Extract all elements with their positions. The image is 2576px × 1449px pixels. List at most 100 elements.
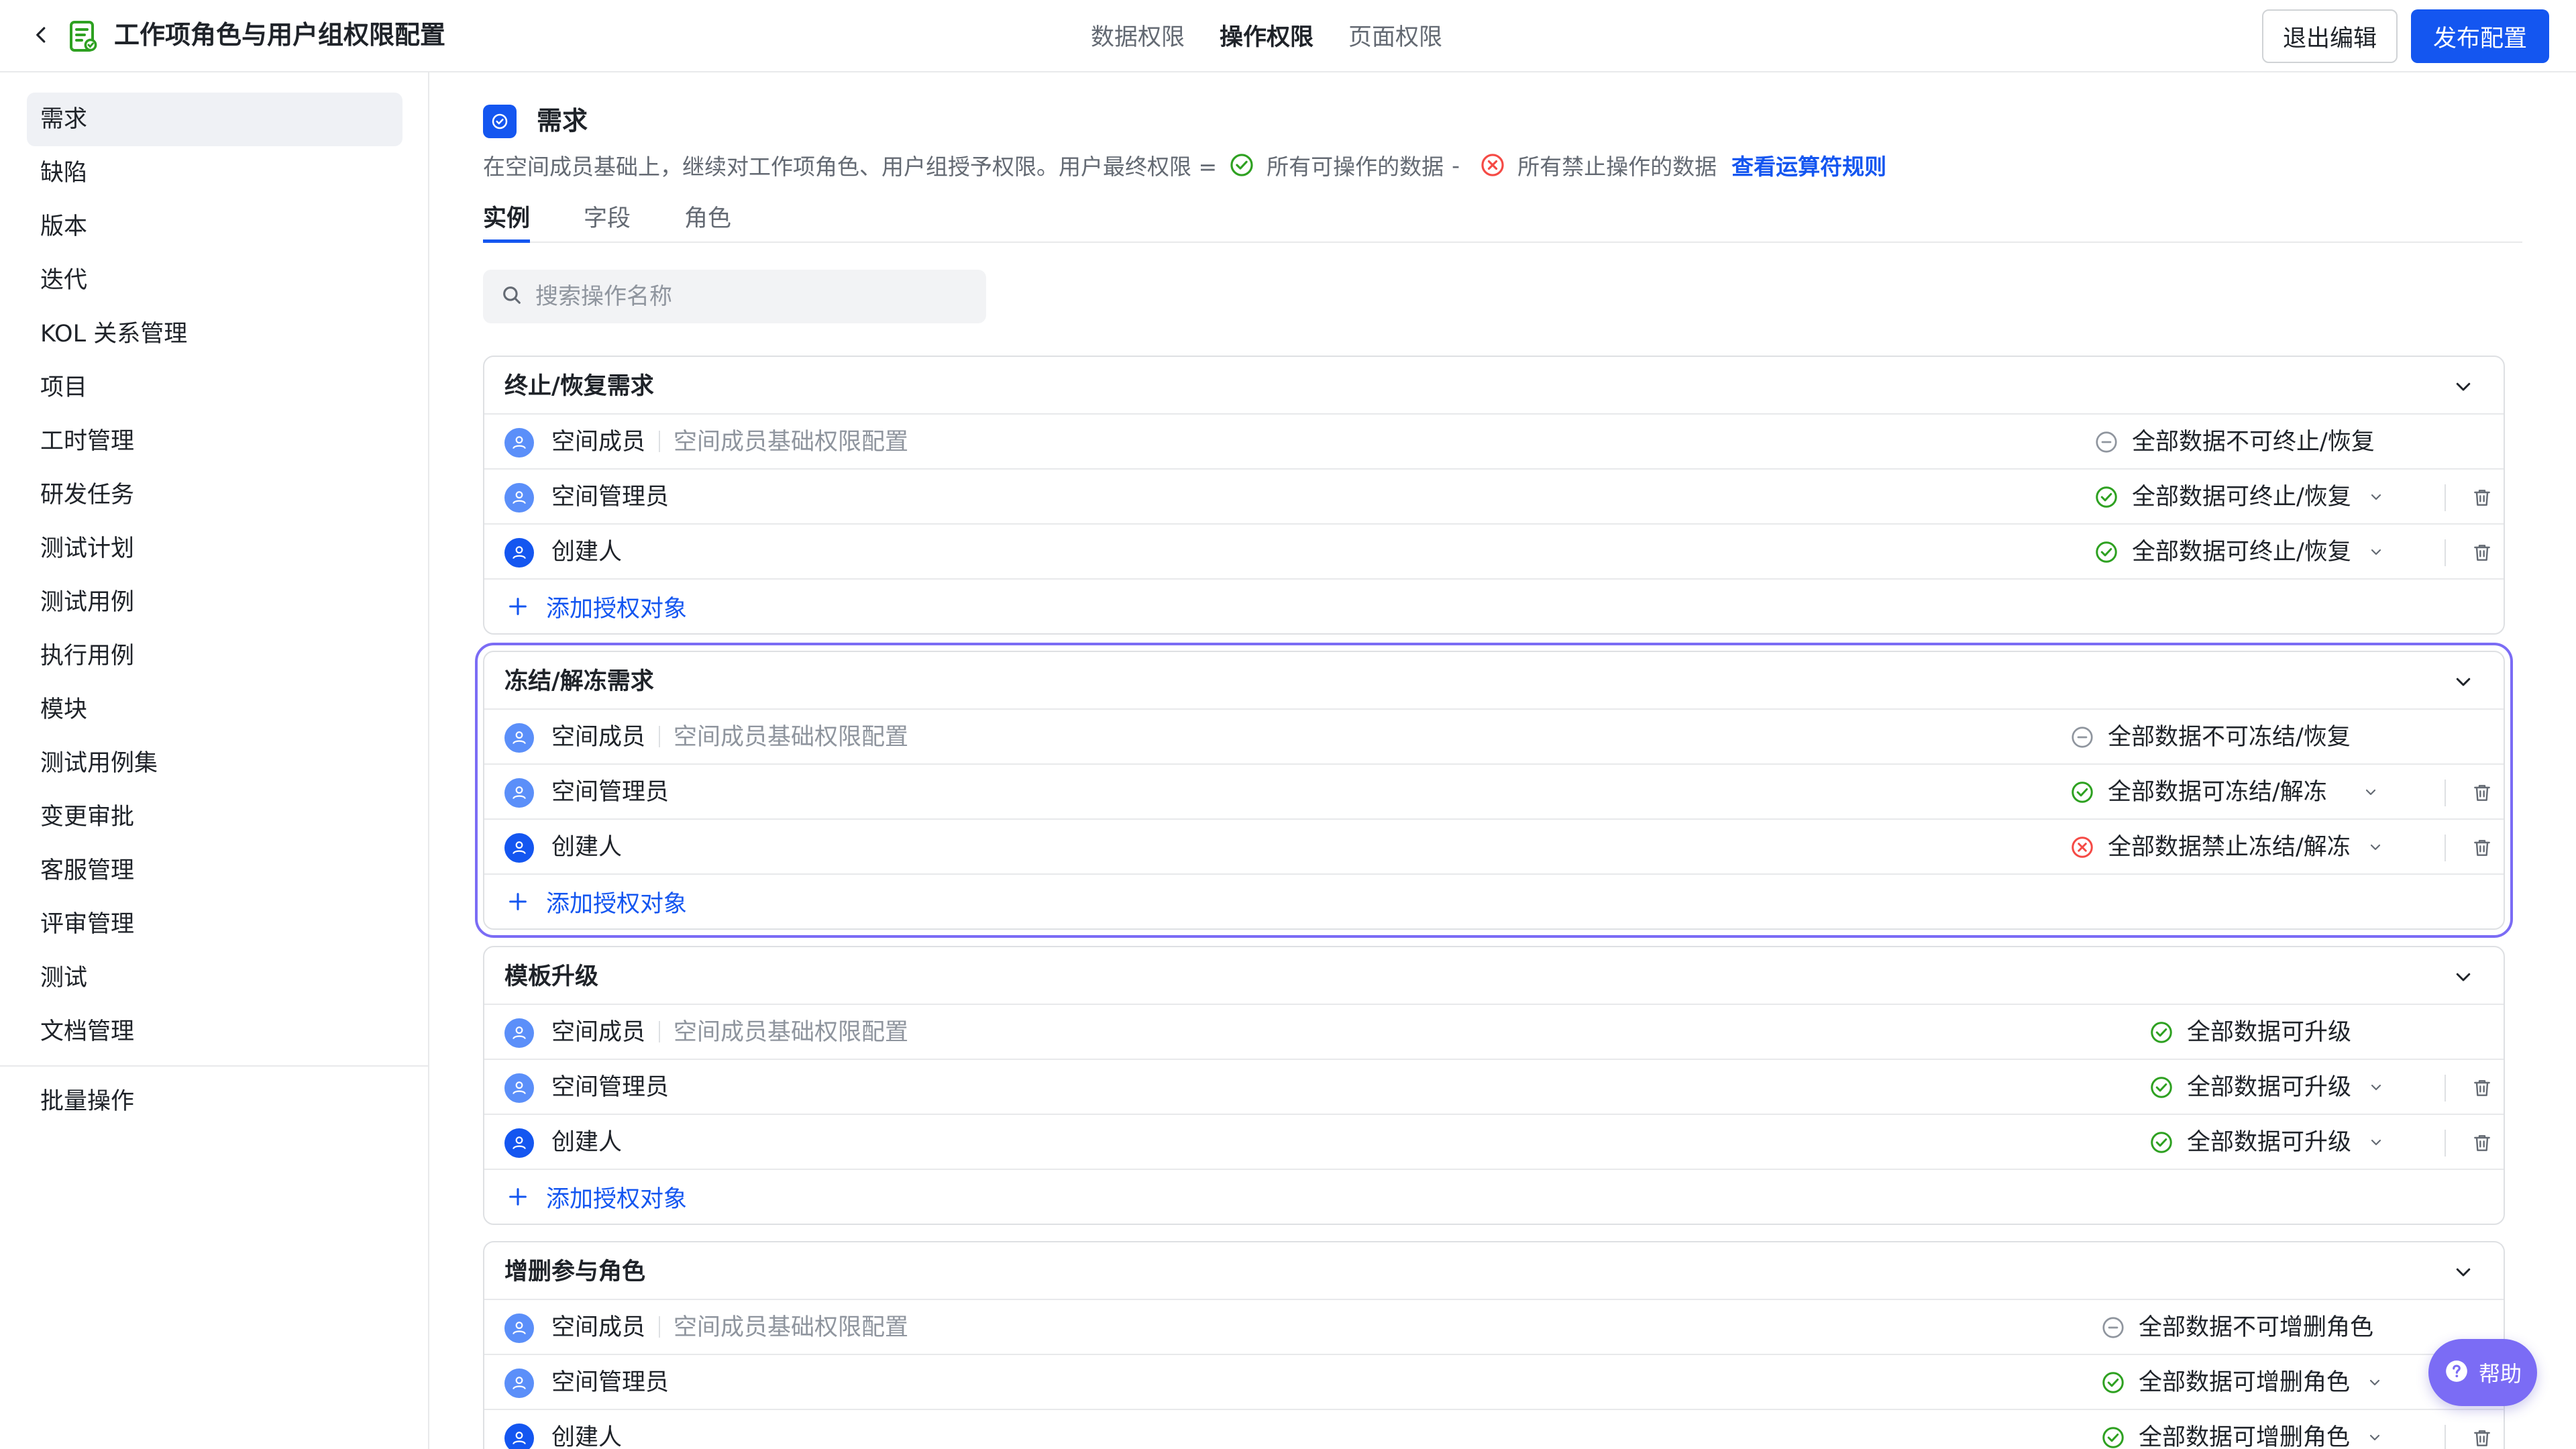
permission-select[interactable]: 全部数据可冻结/解冻 (2069, 775, 2381, 809)
permission-card-template-upgrade: 模板升级 空间成员 空间成员基础权限配置 全部数据可升级 空间管理员 全部数据可升… (483, 946, 2505, 1225)
sidebar-item-doc[interactable]: 文档管理 (27, 1005, 402, 1059)
sub-tabs: 实例 字段 角色 (483, 200, 2522, 243)
tab-role[interactable]: 角色 (684, 200, 731, 237)
table-row: 空间成员 空间成员基础权限配置 全部数据不可冻结/恢复 (484, 708, 2504, 763)
help-button[interactable]: 帮助 (2428, 1339, 2537, 1406)
table-row: 空间管理员 全部数据可增删角色 (484, 1354, 2504, 1409)
main-content: 需求 在空间成员基础上，继续对工作项角色、用户组授予权限。用户最终权限 = 所有… (429, 72, 2576, 1449)
table-row: 空间管理员 全部数据可冻结/解冻 (484, 763, 2504, 818)
sidebar-item-customer-service[interactable]: 客服管理 (27, 844, 402, 898)
trash-icon[interactable] (2469, 1073, 2496, 1103)
sidebar-item-test-suite[interactable]: 测试用例集 (27, 737, 402, 790)
sidebar-item-module[interactable]: 模块 (27, 683, 402, 737)
divider (2445, 1130, 2446, 1157)
trash-icon[interactable] (2469, 483, 2496, 513)
plus-icon (504, 593, 531, 620)
tab-field[interactable]: 字段 (584, 200, 631, 237)
chevron-down-icon[interactable] (2450, 668, 2477, 695)
tab-operation-permission[interactable]: 操作权限 (1202, 19, 1331, 56)
sidebar-item-test[interactable]: 测试 (27, 951, 402, 1005)
chevron-down-icon (2366, 487, 2386, 507)
search-box (483, 270, 986, 323)
sidebar-item-test-case[interactable]: 测试用例 (27, 576, 402, 629)
sidebar-item-requirement[interactable]: 需求 (27, 93, 402, 146)
chevron-down-icon (2366, 542, 2386, 562)
trash-icon[interactable] (2469, 833, 2496, 863)
add-grantee-label: 添加授权对象 (546, 1185, 688, 1213)
sidebar-item-defect[interactable]: 缺陷 (27, 146, 402, 200)
tab-data-permission[interactable]: 数据权限 (1073, 19, 1202, 56)
chevron-down-icon (2365, 1373, 2385, 1393)
divider (2445, 780, 2446, 806)
add-grantee-button[interactable]: 添加授权对象 (484, 578, 2504, 633)
sidebar-item-version[interactable]: 版本 (27, 200, 402, 254)
role-note: 空间成员基础权限配置 (674, 429, 909, 455)
exit-edit-button[interactable]: 退出编辑 (2262, 9, 2398, 63)
user-group-icon (504, 483, 534, 513)
check-circle-icon (2100, 1369, 2127, 1396)
back-icon[interactable] (27, 20, 56, 50)
requirement-type-icon (483, 105, 517, 138)
table-row: 空间成员 空间成员基础权限配置 全部数据可升级 (484, 1004, 2504, 1059)
trash-icon[interactable] (2469, 538, 2496, 568)
permission-select[interactable]: 全部数据禁止冻结/解冻 (2069, 830, 2385, 864)
table-row: 创建人 全部数据可增删角色 (484, 1409, 2504, 1449)
publish-config-button[interactable]: 发布配置 (2411, 9, 2549, 63)
role-name: 空间成员 空间成员基础权限配置 (551, 720, 908, 754)
chevron-down-icon[interactable] (2450, 963, 2477, 990)
sidebar-item-iteration[interactable]: 迭代 (27, 254, 402, 307)
sidebar-item-review[interactable]: 评审管理 (27, 898, 402, 951)
permission-card-terminate: 终止/恢复需求 空间成员 空间成员基础权限配置 全部数据不可终止/恢复 空间管理员… (483, 356, 2505, 635)
sidebar-item-project[interactable]: 项目 (27, 361, 402, 415)
role-label: 空间成员 (551, 429, 646, 455)
table-row: 创建人 全部数据可终止/恢复 (484, 523, 2504, 578)
check-circle-icon (2100, 1424, 2127, 1449)
plus-icon (504, 1183, 531, 1210)
sidebar-item-kol[interactable]: KOL 关系管理 (27, 307, 402, 361)
user-group-icon (504, 1313, 534, 1343)
role-name: 空间成员 空间成员基础权限配置 (551, 425, 908, 459)
sidebar-item-test-plan[interactable]: 测试计划 (27, 522, 402, 576)
role-label: 空间管理员 (551, 1369, 669, 1396)
permission-select[interactable]: 全部数据可升级 (2148, 1071, 2386, 1104)
trash-icon[interactable] (2469, 1424, 2496, 1449)
sidebar-item-worktime[interactable]: 工时管理 (27, 415, 402, 468)
permission-card-freeze: 冻结/解冻需求 空间成员 空间成员基础权限配置 全部数据不可冻结/恢复 空间管理员… (475, 643, 2513, 938)
sidebar-item-exec-case[interactable]: 执行用例 (27, 629, 402, 683)
sidebar-item-batch[interactable]: 批量操作 (27, 1075, 402, 1128)
card-title: 模板升级 (504, 963, 599, 990)
description-text: 在空间成员基础上，继续对工作项角色、用户组授予权限。用户最终权限 = (483, 154, 1218, 180)
permission-select[interactable]: 全部数据可终止/恢复 (2093, 480, 2386, 514)
permission-select[interactable]: 全部数据可增删角色 (2100, 1366, 2385, 1399)
sidebar-item-dev-task[interactable]: 研发任务 (27, 468, 402, 522)
chevron-down-icon[interactable] (2450, 1258, 2477, 1285)
chevron-down-icon[interactable] (2450, 373, 2477, 400)
search-icon (500, 284, 523, 309)
permission-select[interactable]: 全部数据可终止/恢复 (2093, 535, 2386, 569)
table-row: 空间管理员 全部数据可升级 (484, 1059, 2504, 1114)
search-input[interactable] (535, 283, 965, 310)
permission-select[interactable]: 全部数据可增删角色 (2100, 1421, 2385, 1449)
divider (2445, 1075, 2446, 1102)
sidebar-item-change-approval[interactable]: 变更审批 (27, 790, 402, 844)
add-grantee-button[interactable]: 添加授权对象 (484, 873, 2504, 928)
role-name: 空间成员 空间成员基础权限配置 (551, 1311, 908, 1344)
permission-label: 全部数据可终止/恢复 (2132, 484, 2351, 511)
trash-icon[interactable] (2469, 778, 2496, 808)
role-note: 空间成员基础权限配置 (674, 1314, 909, 1341)
tab-page-permission[interactable]: 页面权限 (1331, 19, 1460, 56)
permission-label: 全部数据可终止/恢复 (2132, 539, 2351, 566)
top-header: 工作项角色与用户组权限配置 数据权限 操作权限 页面权限 退出编辑 发布配置 (0, 0, 2576, 72)
tab-instance[interactable]: 实例 (483, 200, 531, 243)
role-name: 空间成员 空间成员基础权限配置 (551, 1016, 908, 1049)
minus-circle-icon (2093, 429, 2120, 455)
permission-select[interactable]: 全部数据可升级 (2148, 1126, 2386, 1159)
add-grantee-button[interactable]: 添加授权对象 (484, 1169, 2504, 1224)
permission-value: 全部数据不可终止/恢复 (2093, 425, 2375, 459)
person-icon (504, 833, 534, 863)
document-config-icon (68, 20, 98, 52)
permission-value: 全部数据不可增删角色 (2100, 1311, 2373, 1344)
view-operator-rules-link[interactable]: 查看运算符规则 (1731, 149, 1886, 181)
trash-icon[interactable] (2469, 1128, 2496, 1158)
role-label: 创建人 (551, 539, 623, 566)
